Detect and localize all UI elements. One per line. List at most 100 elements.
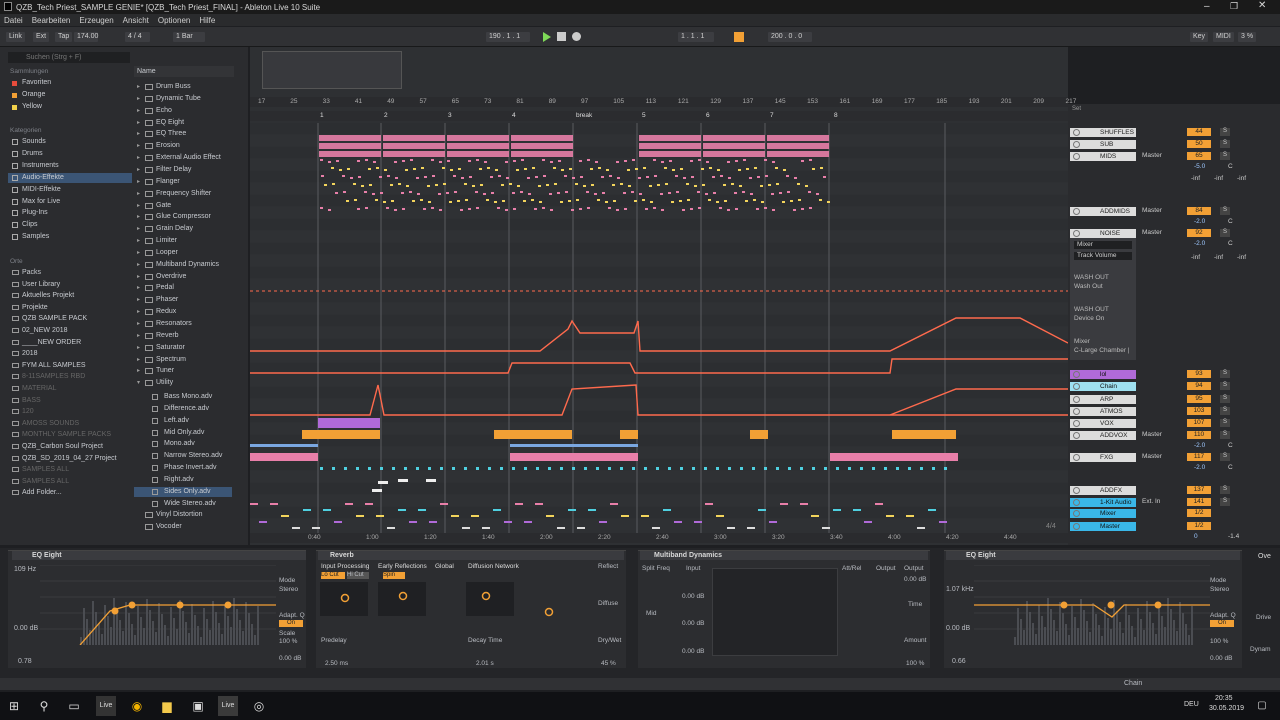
midi-clip[interactable]	[511, 135, 573, 141]
browser-item[interactable]: Spectrum	[156, 356, 186, 363]
track-pan-value[interactable]: -2.0	[1194, 464, 1205, 471]
track-volume[interactable]: 93	[1187, 370, 1211, 378]
track-activator-icon[interactable]	[1073, 208, 1080, 215]
audio-clip[interactable]	[830, 453, 958, 461]
name-column-header[interactable]: Name	[134, 66, 234, 77]
eq-band-handle[interactable]	[1060, 601, 1068, 609]
midi-clip[interactable]	[703, 135, 765, 141]
track-volume[interactable]: 95	[1187, 395, 1211, 403]
expand-arrow-icon[interactable]: ▸	[137, 178, 140, 185]
locator[interactable]: 6	[706, 112, 710, 119]
eq1-adapt-on[interactable]: On	[279, 620, 303, 627]
eq-band-handle[interactable]	[176, 601, 184, 609]
taskbar-app-icon[interactable]: ▣	[188, 696, 208, 716]
eq2-out-gain[interactable]: 0.00 dB	[1210, 655, 1232, 662]
place-item[interactable]: 8-11SAMPLES RBD	[22, 373, 85, 380]
expand-arrow-icon[interactable]: ▸	[137, 308, 140, 315]
place-item[interactable]: ____NEW ORDER	[22, 339, 81, 346]
eq2-curve-display[interactable]	[974, 565, 1210, 645]
preset-item[interactable]: Phase Invert.adv	[164, 464, 217, 471]
place-item[interactable]: BASS	[22, 397, 41, 404]
expand-arrow-icon[interactable]: ▸	[137, 320, 140, 327]
place-item[interactable]: 120	[22, 408, 34, 415]
browser-item[interactable]: Dynamic Tube	[156, 95, 201, 102]
browser-item[interactable]: Flanger	[156, 178, 180, 185]
midi-clip[interactable]	[703, 151, 765, 157]
taskbar-live-app-2[interactable]: Live	[218, 696, 238, 716]
bar-number[interactable]: 209	[1033, 98, 1044, 105]
track-activator-icon[interactable]	[1073, 129, 1080, 136]
bar-number[interactable]: 57	[420, 98, 427, 105]
eq1-scale-value[interactable]: 100 %	[279, 638, 297, 645]
preset-item[interactable]: Bass Mono.adv	[164, 393, 212, 400]
solo-button[interactable]: S	[1220, 229, 1230, 237]
link-button[interactable]: Link	[6, 32, 25, 42]
eq-eight-title[interactable]: EQ Eight	[12, 551, 306, 560]
midi-clip[interactable]	[319, 143, 381, 149]
obs-icon[interactable]: ◎	[249, 696, 269, 716]
track-routing[interactable]: Master	[1142, 453, 1162, 460]
place-item[interactable]: 2018	[22, 350, 38, 357]
locator[interactable]: 3	[448, 112, 452, 119]
browser-item[interactable]: Pedal	[156, 284, 174, 291]
solo-button[interactable]: S	[1220, 128, 1230, 136]
track-routing[interactable]: Master	[1142, 229, 1162, 236]
audio-clip[interactable]	[250, 453, 318, 461]
track-activator-icon[interactable]	[1073, 408, 1080, 415]
browser-item[interactable]: Looper	[156, 249, 178, 256]
track-activator-icon[interactable]	[1073, 510, 1080, 517]
browser-item[interactable]: Vinyl Distortion	[156, 511, 203, 518]
menu-item-3[interactable]: Ansicht	[123, 16, 149, 25]
browser-item[interactable]: Filter Delay	[156, 166, 191, 173]
reverb-predelay-value[interactable]: 2.50 ms	[325, 660, 348, 667]
midi-clip[interactable]	[639, 151, 701, 157]
solo-button[interactable]: S	[1220, 152, 1230, 160]
locator-ruler[interactable]: 1 2 3 4 break 5 6 7 8	[250, 111, 1068, 121]
bar-number[interactable]: 145	[775, 98, 786, 105]
bar-number[interactable]: 129	[710, 98, 721, 105]
browser-item[interactable]: Echo	[156, 107, 172, 114]
midi-clip[interactable]	[383, 143, 445, 149]
preset-item[interactable]: Difference.adv	[164, 405, 209, 412]
bar-number[interactable]: 65	[452, 98, 459, 105]
track-volume[interactable]: 84	[1187, 207, 1211, 215]
mbd-high-db[interactable]: 0.00 dB	[682, 593, 704, 600]
browser-item[interactable]: Drum Buss	[156, 83, 191, 90]
category-item[interactable]: Samples	[22, 233, 49, 240]
track-activator-icon[interactable]	[1073, 499, 1080, 506]
track-activator-icon[interactable]	[1073, 153, 1080, 160]
track-pan-center[interactable]: -1.4	[1228, 533, 1239, 540]
expand-arrow-icon[interactable]: ▸	[137, 367, 140, 374]
eq-band-handle[interactable]	[1154, 601, 1162, 609]
solo-button[interactable]: S	[1220, 407, 1230, 415]
bar-number[interactable]: 161	[839, 98, 850, 105]
place-item[interactable]: AMOSS SOUNDS	[22, 420, 79, 427]
ext-sync-button[interactable]: Ext	[33, 32, 50, 42]
eq-band-handle[interactable]	[224, 601, 232, 609]
midi-clip[interactable]	[447, 135, 509, 141]
midi-clip[interactable]	[383, 151, 445, 157]
browser-item[interactable]: Phaser	[156, 296, 178, 303]
browser-item[interactable]: Saturator	[156, 344, 185, 351]
track-routing[interactable]: Master	[1142, 207, 1162, 214]
expand-arrow-icon[interactable]: ▸	[137, 237, 140, 244]
overview-minimap[interactable]	[262, 51, 402, 89]
browser-item[interactable]: Overdrive	[156, 273, 186, 280]
mbd-amount-value[interactable]: 100 %	[906, 660, 924, 667]
play-icon[interactable]	[543, 32, 551, 42]
browser-item[interactable]: External Audio Effect	[156, 154, 221, 161]
track-pan-center[interactable]: C	[1228, 464, 1233, 471]
midi-clip[interactable]	[319, 135, 381, 141]
track-activator-icon[interactable]	[1073, 141, 1080, 148]
tempo-field[interactable]: 174.00	[74, 32, 98, 42]
locator[interactable]: 1	[320, 112, 324, 119]
stop-icon[interactable]	[557, 32, 566, 41]
midi-clip[interactable]	[639, 135, 701, 141]
reverb-spin-toggle[interactable]: Spin	[383, 572, 405, 579]
expand-arrow-icon[interactable]: ▸	[137, 83, 140, 90]
browser-item[interactable]: Gate	[156, 202, 171, 209]
track-pan-center[interactable]: C	[1228, 163, 1233, 170]
expand-arrow-icon[interactable]: ▸	[137, 296, 140, 303]
midi-clip[interactable]	[447, 151, 509, 157]
expand-arrow-icon[interactable]: ▸	[137, 332, 140, 339]
